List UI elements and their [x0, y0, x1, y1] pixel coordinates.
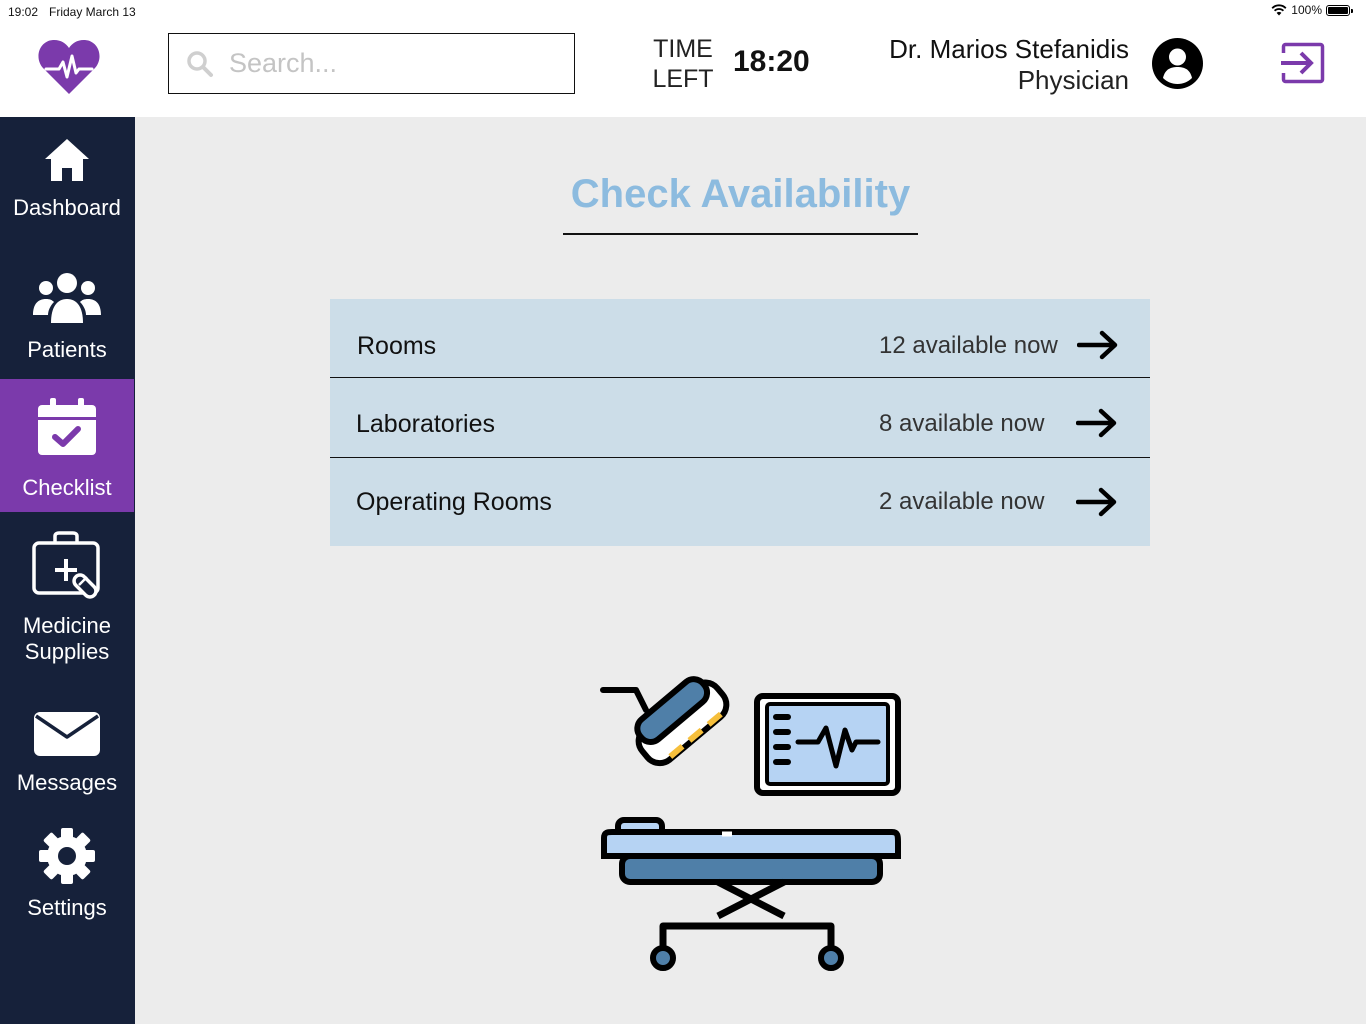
availability-status: 12 available now [879, 332, 1058, 359]
arrow-right-icon[interactable] [1076, 408, 1118, 438]
envelope-icon [34, 712, 100, 756]
sidebar-item-label: Messages [16, 770, 118, 795]
users-icon [33, 273, 101, 323]
sidebar-item-dashboard[interactable]: Dashboard [0, 137, 134, 237]
app-header: TIME LEFT 18:20 Dr. Marios Stefanidis Ph… [0, 24, 1366, 117]
sidebar-item-settings[interactable]: Settings [0, 827, 134, 927]
sidebar-item-patients[interactable]: Patients [0, 271, 134, 371]
sidebar-item-messages[interactable]: Messages [0, 711, 134, 801]
sidebar-item-label: Patients [27, 337, 107, 362]
availability-label: Laboratories [356, 410, 495, 438]
battery-icon [1326, 4, 1353, 16]
calendar-check-icon [38, 398, 96, 455]
sidebar-item-label-line1: Medicine [22, 613, 112, 638]
search-box[interactable] [168, 33, 575, 94]
status-bar: 19:02 Friday March 13 100% [0, 0, 1366, 24]
surgical-lamp-icon [600, 676, 730, 767]
sidebar-item-label: Settings [27, 895, 107, 920]
home-icon [45, 139, 89, 181]
sidebar-item-label: Checklist [22, 475, 112, 500]
arrow-right-icon[interactable] [1076, 487, 1118, 517]
status-date: Friday March 13 [49, 5, 136, 19]
availability-status: 8 available now [879, 410, 1045, 437]
title-underline [563, 233, 918, 235]
time-left-label-line2: LEFT [652, 65, 714, 93]
availability-status: 2 available now [879, 488, 1045, 515]
arrow-right-icon[interactable] [1077, 330, 1119, 360]
user-name: Dr. Marios Stefanidis [889, 34, 1129, 64]
heart-monitor-icon [754, 693, 901, 796]
wifi-icon [1271, 4, 1287, 16]
availability-label: Operating Rooms [356, 488, 552, 516]
availability-row-rooms[interactable]: Rooms 12 available now [330, 299, 1150, 378]
availability-row-operating-rooms[interactable]: Operating Rooms 2 available now [330, 458, 1150, 546]
availability-list: Rooms 12 available now Laboratories 8 av… [330, 299, 1150, 546]
status-time: 19:02 [8, 5, 39, 19]
search-input[interactable] [229, 45, 559, 81]
time-left-label-line1: TIME [653, 35, 713, 63]
operating-room-illustration [600, 676, 901, 971]
availability-label: Rooms [357, 332, 437, 360]
time-left-value: 18:20 [733, 45, 810, 78]
user-role: Physician [1017, 65, 1129, 95]
user-circle-icon[interactable] [1152, 38, 1203, 89]
operating-bed-icon [601, 817, 901, 971]
page-title: Check Availability [570, 172, 911, 216]
sidebar-item-label: Dashboard [13, 195, 121, 220]
search-icon [187, 51, 213, 77]
heart-pulse-icon[interactable] [38, 39, 100, 95]
sidebar-item-label-line2: Supplies [24, 639, 110, 664]
gear-icon [39, 828, 95, 884]
sidebar-item-medicine-supplies[interactable]: Medicine Supplies [0, 531, 134, 676]
sign-out-icon[interactable] [1281, 42, 1325, 84]
time-left-label: TIME LEFT [640, 34, 726, 94]
sidebar-item-checklist[interactable]: Checklist [0, 379, 134, 512]
sidebar-nav: Dashboard Patients Checklist Medicine Su… [0, 117, 135, 1024]
medical-kit-icon [32, 531, 100, 599]
battery-percent: 100% [1291, 3, 1322, 17]
status-indicators: 100% [1271, 3, 1353, 17]
availability-row-laboratories[interactable]: Laboratories 8 available now [330, 379, 1150, 458]
